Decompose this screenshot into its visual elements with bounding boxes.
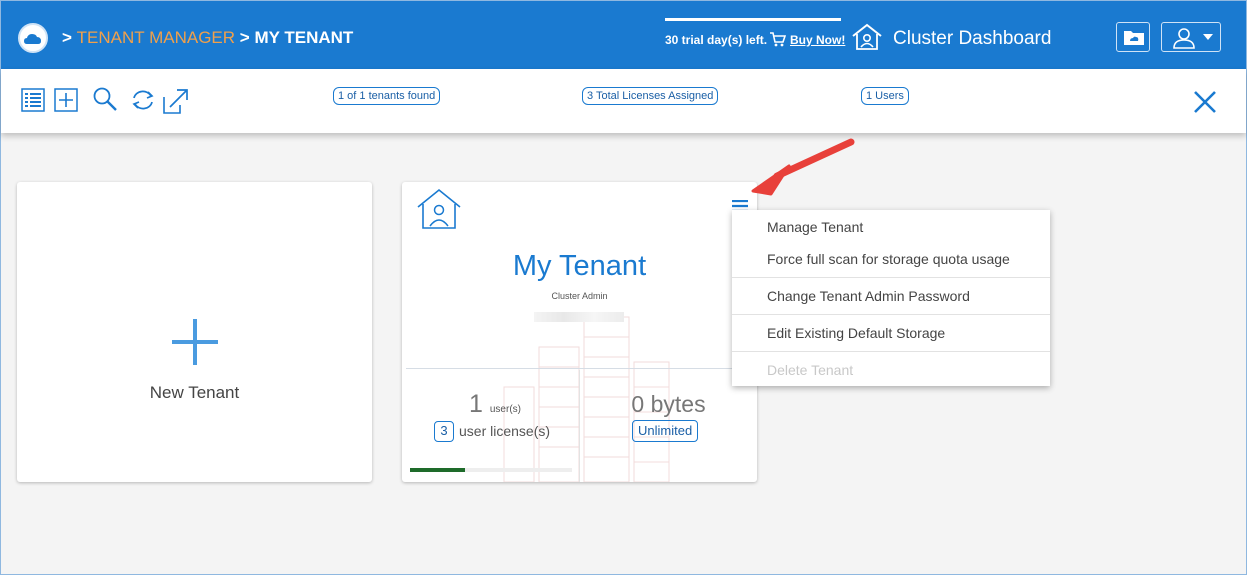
plus-icon	[172, 319, 218, 370]
home-icon[interactable]	[850, 23, 884, 56]
tenant-role: Cluster Admin	[551, 291, 608, 301]
users-stat: 1 user(s)	[469, 390, 521, 419]
tenant-name: My Tenant	[512, 250, 647, 282]
trial-days-text: 30 trial day(s) left.	[665, 33, 768, 47]
breadcrumb-tenant-manager[interactable]: TENANT MANAGER	[77, 28, 235, 47]
license-label: user license(s)	[459, 423, 551, 439]
refresh-icon[interactable]	[130, 88, 156, 117]
new-tenant-label: New Tenant	[149, 383, 240, 402]
menu-item-change-admin-password[interactable]: Change Tenant Admin Password	[767, 288, 970, 304]
user-menu-button[interactable]	[1161, 22, 1221, 52]
toolbar: 1 of 1 tenants found 3 Total Licenses As…	[1, 69, 1246, 133]
list-icon[interactable]	[21, 88, 45, 117]
card-divider	[406, 368, 753, 369]
search-icon[interactable]	[92, 86, 118, 117]
folder-icon	[1124, 31, 1144, 45]
users-count-badge: 1 Users	[861, 87, 909, 105]
users-value: 1	[469, 390, 483, 418]
annotation-arrow-icon	[751, 138, 855, 196]
add-icon[interactable]	[54, 88, 78, 117]
chevron-down-icon	[1203, 34, 1213, 40]
redacted-text	[534, 312, 624, 322]
storage-used: 0 bytes	[631, 391, 706, 417]
folder-button[interactable]	[1116, 22, 1150, 52]
breadcrumb-separator: >	[62, 28, 72, 47]
menu-item-edit-default-storage[interactable]: Edit Existing Default Storage	[767, 325, 945, 341]
cart-icon[interactable]	[769, 32, 787, 52]
tenant-home-icon	[416, 188, 462, 235]
usage-progress-fill	[410, 468, 466, 472]
menu-item-force-full-scan[interactable]: Force full scan for storage quota usage	[767, 251, 1010, 267]
new-tenant-card[interactable]: New Tenant	[17, 182, 372, 482]
menu-separator	[732, 351, 1050, 352]
export-icon[interactable]	[163, 88, 189, 119]
trial-progress-bar	[665, 18, 841, 21]
storage-quota-badge: Unlimited	[632, 420, 699, 442]
logo-icon[interactable]	[18, 23, 48, 53]
tenants-found-badge: 1 of 1 tenants found	[333, 87, 441, 105]
breadcrumb: > TENANT MANAGER > MY TENANT	[62, 28, 353, 48]
menu-separator	[732, 277, 1050, 278]
breadcrumb-separator: >	[239, 28, 250, 47]
tenant-card[interactable]: My Tenant Cluster Admin 1 user(s) 3 user…	[402, 182, 757, 482]
close-icon[interactable]	[1193, 90, 1217, 119]
buy-now-link[interactable]: Buy Now!	[790, 33, 845, 47]
license-count-badge: 3	[434, 421, 454, 442]
licenses-assigned-badge: 3 Total Licenses Assigned	[582, 87, 719, 105]
top-header: > TENANT MANAGER > MY TENANT 30 trial da…	[1, 1, 1246, 69]
cluster-dashboard-link[interactable]: Cluster Dashboard	[893, 28, 1051, 50]
user-icon	[1173, 28, 1195, 49]
usage-progress-bar	[410, 468, 572, 472]
menu-item-manage-tenant[interactable]: Manage Tenant	[767, 219, 863, 235]
users-unit: user(s)	[489, 404, 521, 415]
menu-item-delete-tenant: Delete Tenant	[767, 362, 854, 378]
tenant-context-menu: Manage Tenant Force full scan for storag…	[732, 210, 1050, 386]
breadcrumb-current: MY TENANT	[254, 28, 354, 47]
card-vertical-divider	[579, 370, 580, 482]
menu-separator	[732, 314, 1050, 315]
